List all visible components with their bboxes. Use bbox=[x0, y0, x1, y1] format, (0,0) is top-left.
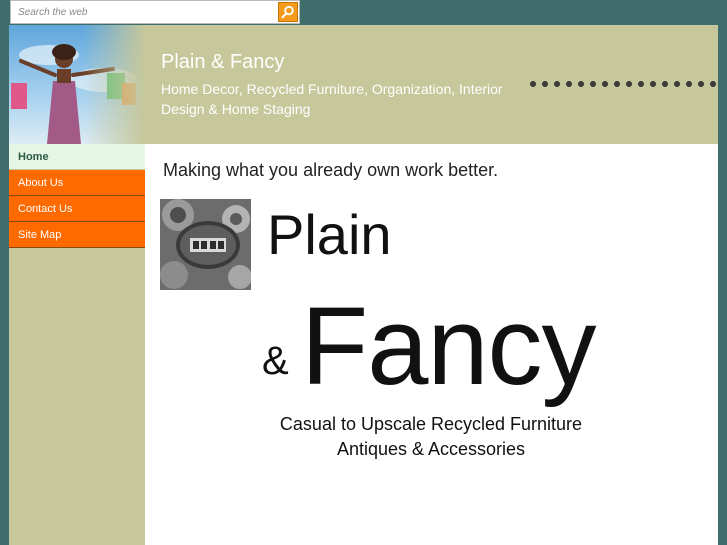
nav-item-about-us[interactable]: About Us bbox=[9, 170, 145, 196]
search-input[interactable] bbox=[11, 1, 277, 23]
dotted-divider bbox=[527, 80, 718, 88]
nav-item-home[interactable]: Home bbox=[9, 144, 145, 170]
nav-item-label: Contact Us bbox=[18, 203, 73, 215]
site-tagline: Home Decor, Recycled Furniture, Organiza… bbox=[161, 81, 503, 117]
clock-gears-image bbox=[160, 199, 251, 290]
site-header: Plain & Fancy Home Decor, Recycled Furni… bbox=[9, 25, 718, 144]
main-content: Making what you already own work better.… bbox=[145, 144, 718, 545]
nav-item-site-map[interactable]: Site Map bbox=[9, 222, 145, 248]
site-title: Plain & Fancy bbox=[161, 51, 285, 73]
search-button[interactable] bbox=[278, 2, 298, 22]
nav-item-label: Home bbox=[18, 151, 49, 163]
logo-fancy: Fancy bbox=[301, 285, 597, 408]
nav-item-label: About Us bbox=[18, 177, 64, 189]
logo-plain: Plain bbox=[267, 203, 392, 266]
caption-line-2: Antiques & Accessories bbox=[336, 439, 526, 459]
search-icon bbox=[281, 5, 294, 19]
nav-item-label: Site Map bbox=[18, 229, 62, 241]
logo-ampersand: & bbox=[262, 339, 289, 383]
page-frame: Plain & Fancy Home Decor, Recycled Furni… bbox=[9, 25, 718, 545]
search-bar bbox=[10, 0, 300, 24]
nav-item-contact-us[interactable]: Contact Us bbox=[9, 196, 145, 222]
header-photo bbox=[9, 25, 145, 144]
sidebar: Home About Us Contact Us Site Map bbox=[9, 144, 145, 545]
caption-line-1: Casual to Upscale Recycled Furniture bbox=[279, 414, 583, 434]
intro-text: Making what you already own work better. bbox=[163, 160, 499, 180]
